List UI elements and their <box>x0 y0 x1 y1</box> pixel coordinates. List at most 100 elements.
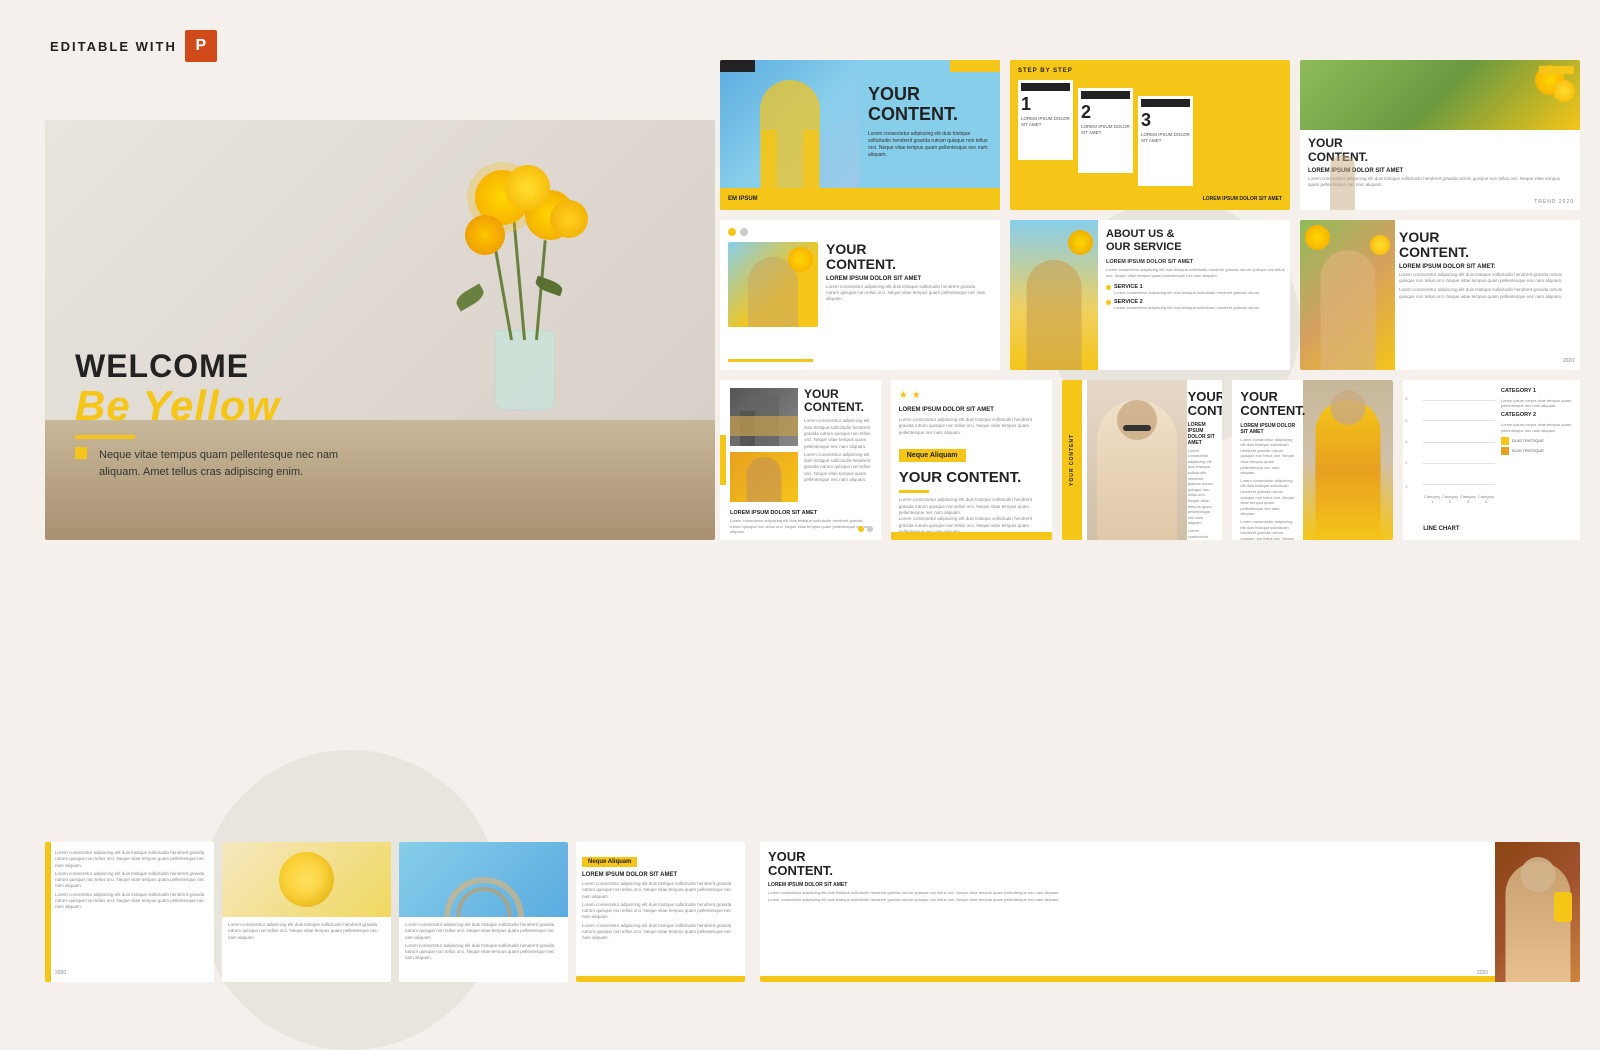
lorem-right-body: Lorem consectetur adipiscing elit duis t… <box>1399 272 1568 285</box>
y-label-2: 2 <box>1405 460 1407 465</box>
lorem-phone-body2: Lorem consectetur adipiscing elit duis t… <box>768 897 1495 903</box>
legend-row-1: DUIS TRISTIQUE <box>1501 437 1576 445</box>
lorem-phone-label: LOREM IPSUM DOLOR SIT AMET <box>768 882 1495 888</box>
sunflower-2 <box>1553 80 1575 102</box>
step-black-3 <box>1141 99 1190 107</box>
flower5 <box>550 200 588 238</box>
slide-two-photos[interactable]: YOURCONTENT. Lorem consectetur adipiscin… <box>720 380 881 540</box>
slide-yellow-outfit[interactable]: YOURCONTENT. LOREM IPSUM DOLOR SIT AMET … <box>1232 380 1393 540</box>
slide-your-content-cyan[interactable]: YOURCONTENT. Lorem consectetur adipiscin… <box>720 60 1000 210</box>
slide-your-content-right[interactable]: YOURCONTENT. LOREM IPSUM DOLOR SIT AMET:… <box>1300 220 1580 370</box>
neque-tag: Neque Aliquam <box>899 449 966 462</box>
yellow-left-strip <box>45 842 51 982</box>
step-black-1 <box>1021 83 1070 91</box>
lorem-tag-body: Lorem consectetur adipiscing elit duis t… <box>899 417 1044 436</box>
person-head <box>1117 400 1157 440</box>
bottom-text-two: LOREM IPSUM DOLOR SIT AMET Lorem consect… <box>730 510 875 534</box>
two-photos-text: YOURCONTENT. Lorem consectetur adipiscin… <box>800 388 875 483</box>
grid-line-1 <box>1423 463 1495 464</box>
sunflower-right2 <box>1370 235 1390 255</box>
bottom-slide-1[interactable]: Lorem consectetur adipiscing elit duis t… <box>45 842 214 982</box>
x-label-2: Category 2 <box>1441 494 1459 504</box>
chart-title-label: LINE CHART <box>1423 526 1459 532</box>
bottom1-lorem: Lorem consectetur adipiscing elit duis t… <box>55 850 208 869</box>
slide-steps[interactable]: STEP BY STEP 1 LOREM IPSUM DOLOR SIT AME… <box>1010 60 1290 210</box>
lemon-circle <box>279 852 334 907</box>
legend-orange <box>1501 447 1509 455</box>
slide-person-yellow[interactable]: YOUR CONTENT YOURCONTENT. LOREM IPSUM DO… <box>1062 380 1223 540</box>
y-label-4: 4 <box>1405 439 1407 444</box>
black-top-bar <box>720 60 755 72</box>
grid-line-2 <box>1423 442 1495 443</box>
yellow-line-tag <box>899 490 929 493</box>
sunflower-photo-box <box>728 242 818 327</box>
step-num-3: 3 <box>1141 111 1190 129</box>
step-text-3: LOREM IPSUM DOLOR SIT AMET <box>1141 132 1190 144</box>
right-photo-area <box>1300 220 1395 370</box>
legend-label-1: DUIS TRISTIQUE <box>1512 438 1544 443</box>
main-slide: WELCOME Be Yellow Neque vitae tempus qua… <box>45 120 715 540</box>
step-card-3: 3 LOREM IPSUM DOLOR SIT AMET <box>1138 96 1193 186</box>
tag-lorem-body: Lorem consectetur adipiscing elit duis t… <box>582 881 739 900</box>
yellow-line <box>75 435 135 439</box>
lorem-two-label: LOREM IPSUM DOLOR SIT AMET <box>730 510 875 516</box>
slide-lorem-yellow-tag[interactable]: ★ ★ LOREM IPSUM DOLOR SIT AMET Lorem con… <box>891 380 1052 540</box>
x-label-1: Category 1 <box>1423 494 1441 504</box>
x-label-3: Category 3 <box>1459 494 1477 504</box>
slide-sunflower-content[interactable]: YOURCONTENT. LOREM IPSUM DOLOR SIT AMET … <box>720 220 1000 370</box>
flower3 <box>505 165 550 210</box>
woman-phone-photo <box>1495 842 1580 982</box>
dot-b1 <box>858 526 864 532</box>
main-subtitle: Neque vitae tempus quam pellentesque nec… <box>99 447 349 480</box>
street <box>730 416 798 436</box>
slide-woman-phone[interactable]: YOURCONTENT. LOREM IPSUM DOLOR SIT AMET … <box>760 842 1580 982</box>
step-num-1: 1 <box>1021 95 1070 113</box>
about-photo-area <box>1010 220 1098 370</box>
bottom-slide-3[interactable]: Lorem consectetur adipiscing elit duis t… <box>399 842 568 982</box>
sunflower-field-photo <box>1300 60 1580 130</box>
service-2-row: SERVICE 2 Lorem consectetur adipiscing e… <box>1106 299 1286 310</box>
lorem-about: LOREM IPSUM DOLOR SIT AMET <box>1106 259 1286 265</box>
lorem-tag-body2: Lorem consectetur adipiscing elit duis t… <box>899 497 1044 516</box>
yellow-bottom-line <box>728 359 813 362</box>
service2-text: Lorem consectetur adipiscing elit duis t… <box>1114 305 1260 310</box>
subtitle-row: Neque vitae tempus quam pellentesque nec… <box>75 447 349 480</box>
two-photos-lorem2: Lorem consectetur adipiscing elit duis t… <box>804 452 871 483</box>
legend-label-2: DUIS TRISTIQUE <box>1512 448 1544 453</box>
bottom-right-slides: YOURCONTENT. LOREM IPSUM DOLOR SIT AMET … <box>760 842 1580 982</box>
person-content-text: YOURCONTENT. LOREM IPSUM DOLOR SIT AMET … <box>1188 390 1217 540</box>
step-text-2: LOREM IPSUM DOLOR SIT AMET <box>1081 124 1130 136</box>
star-2: ★ <box>912 390 921 401</box>
bottom-slide-2[interactable]: Lorem consectetur adipiscing elit duis t… <box>222 842 391 982</box>
about-lorem-body: Lorem consectetur adipiscing elit duis t… <box>1106 267 1286 278</box>
arch-lorem2: Lorem consectetur adipiscing elit duis t… <box>405 943 562 962</box>
sunflower-photo-flower <box>788 247 813 272</box>
bottom-slide-4[interactable]: Neque Aliquam LOREM IPSUM DOLOR SIT AMET… <box>576 842 745 982</box>
sunflower-content-text: YOURCONTENT. LOREM IPSUM DOLOR SIT AMET … <box>822 242 992 303</box>
slide-your-content-photo[interactable]: YOURCONTENT. LOREM IPSUM DOLOR SIT AMET … <box>1300 60 1580 210</box>
about-title: ABOUT US &OUR SERVICE <box>1106 228 1286 254</box>
lorem-right-label: LOREM IPSUM DOLOR SIT AMET: <box>1399 264 1568 270</box>
about-flower <box>1068 230 1093 255</box>
slide-about-us[interactable]: ABOUT US &OUR SERVICE LOREM IPSUM DOLOR … <box>1010 220 1290 370</box>
phone-object <box>1554 892 1572 922</box>
step-cards: 1 LOREM IPSUM DOLOR SIT AMET 2 LOREM IPS… <box>1018 80 1193 186</box>
slide-chart[interactable]: 0 2 4 6 8 <box>1403 380 1580 540</box>
y-label-8: 8 <box>1405 396 1407 401</box>
lorem-outfit-label: LOREM IPSUM DOLOR SIT AMET <box>1240 423 1295 435</box>
step-text-1: LOREM IPSUM DOLOR SIT AMET <box>1021 116 1070 128</box>
grid-line-0 <box>1423 484 1495 485</box>
step-cards-container: STEP BY STEP 1 LOREM IPSUM DOLOR SIT AME… <box>1018 68 1193 186</box>
lemon-text: Lorem consectetur adipiscing elit duis t… <box>222 917 391 946</box>
step-num-2: 2 <box>1081 103 1130 121</box>
lorem-person-body: Lorem consectetur adipiscing elit duis t… <box>1188 448 1217 526</box>
arch-text: Lorem consectetur adipiscing elit duis t… <box>399 917 568 967</box>
y-label-6: 6 <box>1405 418 1407 423</box>
service2-dot <box>1106 300 1111 305</box>
editable-label: EDITABLE WITH <box>50 39 177 54</box>
dots-bottom <box>858 526 873 532</box>
lorem-outfit-body3: Lorem consectetur adipiscing elit duis t… <box>1240 519 1295 540</box>
side-text: YOUR CONTENT <box>1069 434 1075 486</box>
tag-content: ★ ★ LOREM IPSUM DOLOR SIT AMET Lorem con… <box>891 380 1052 540</box>
arch-photo <box>399 842 568 917</box>
